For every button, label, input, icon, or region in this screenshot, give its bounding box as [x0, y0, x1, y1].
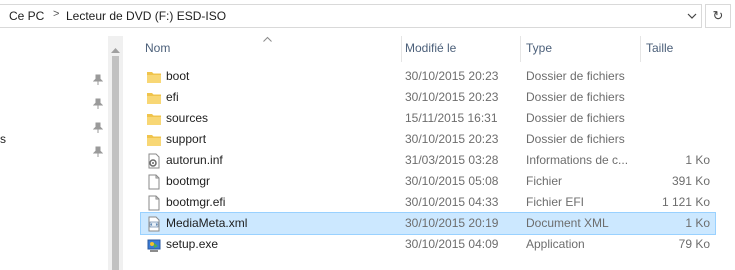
file-type: Document XML [526, 216, 609, 230]
file-size: 1 Ko [685, 153, 710, 167]
file-modified: 31/03/2015 03:28 [405, 153, 499, 167]
file-size: 79 Ko [678, 237, 710, 251]
file-type: Application [526, 237, 585, 251]
pin-icon[interactable] [92, 98, 104, 110]
column-header-name[interactable]: Nom [141, 36, 401, 62]
folder-icon [146, 90, 162, 106]
pin-icon[interactable] [92, 74, 104, 86]
file-modified: 30/10/2015 05:08 [405, 174, 499, 188]
file-name: MediaMeta.xml [166, 216, 248, 230]
file-modified: 30/10/2015 04:09 [405, 237, 499, 251]
scrollbar-thumb[interactable] [112, 56, 119, 270]
file-type: Dossier de fichiers [526, 132, 625, 146]
file-type: Fichier EFI [526, 195, 585, 209]
file-size: 391 Ko [671, 174, 710, 188]
file-row[interactable]: boot 30/10/2015 20:23 Dossier de fichier… [141, 66, 715, 87]
file-name: setup.exe [166, 237, 219, 251]
file-row[interactable]: setup.exe 30/10/2015 04:09 Application 7… [141, 234, 715, 255]
file-row[interactable]: bootmgr 30/10/2015 05:08 Fichier 391 Ko [141, 171, 715, 192]
file-type: Fichier [526, 174, 563, 188]
folder-icon [146, 132, 162, 148]
file-name: autorun.inf [166, 153, 223, 167]
file-name: support [166, 132, 207, 146]
file-size: 1 Ko [685, 216, 710, 230]
settings-file-icon [146, 153, 162, 169]
navigation-pane[interactable]: s [0, 36, 107, 270]
refresh-button[interactable]: ↻ [705, 4, 731, 28]
pin-icon[interactable] [92, 146, 104, 158]
file-type: Dossier de fichiers [526, 90, 625, 104]
breadcrumb-separator-icon[interactable]: > [53, 8, 59, 20]
setup-app-icon [146, 237, 162, 253]
file-modified: 15/11/2015 16:31 [405, 111, 498, 125]
file-modified: 30/10/2015 20:23 [405, 90, 499, 104]
file-name: boot [166, 69, 190, 83]
xml-file-icon [146, 216, 162, 232]
file-type: Dossier de fichiers [526, 69, 625, 83]
address-bar[interactable]: Ce PC > Lecteur de DVD (F:) ESD-ISO [0, 4, 702, 28]
folder-icon [146, 111, 162, 127]
file-icon [146, 195, 162, 211]
breadcrumb-this-pc[interactable]: Ce PC [9, 9, 44, 23]
file-type: Dossier de fichiers [526, 111, 625, 125]
file-modified: 30/10/2015 04:33 [405, 195, 499, 209]
column-header-size-label: Taille [646, 41, 674, 55]
refresh-icon: ↻ [712, 8, 724, 23]
file-modified: 30/10/2015 20:23 [405, 132, 499, 146]
file-name: bootmgr [166, 174, 211, 188]
file-modified: 30/10/2015 20:23 [405, 69, 499, 83]
address-history-dropdown-icon[interactable] [687, 10, 697, 24]
column-header-modified-label: Modifié le [405, 41, 457, 55]
column-header-name-label: Nom [145, 41, 171, 55]
file-type: Informations de c... [526, 153, 629, 167]
column-header-modified[interactable]: Modifié le [402, 36, 520, 62]
column-header-type[interactable]: Type [521, 36, 639, 62]
file-row[interactable]: sources 15/11/2015 16:31 Dossier de fich… [141, 108, 715, 129]
column-header-type-label: Type [526, 41, 553, 55]
file-name: efi [166, 90, 179, 104]
file-row[interactable]: autorun.inf 31/03/2015 03:28 Information… [141, 150, 715, 171]
folder-icon [146, 69, 162, 85]
scroll-up-icon[interactable] [111, 42, 120, 56]
file-icon [146, 174, 162, 190]
file-name: bootmgr.efi [166, 195, 226, 209]
column-header-size[interactable]: Taille [641, 36, 716, 62]
file-size: 1 121 Ko [661, 195, 710, 209]
navigation-scrollbar[interactable] [108, 36, 123, 270]
nav-item-label[interactable]: s [0, 132, 6, 146]
file-modified: 30/10/2015 20:19 [405, 216, 499, 230]
breadcrumb-dvd-drive[interactable]: Lecteur de DVD (F:) ESD-ISO [66, 9, 226, 23]
file-name: sources [166, 111, 209, 125]
file-row[interactable]: efi 30/10/2015 20:23 Dossier de fichiers [141, 87, 715, 108]
file-row-selected[interactable]: MediaMeta.xml 30/10/2015 20:19 Document … [140, 212, 716, 235]
file-row[interactable]: bootmgr.efi 30/10/2015 04:33 Fichier EFI… [141, 192, 715, 213]
file-row[interactable]: support 30/10/2015 20:23 Dossier de fich… [141, 129, 715, 150]
pin-icon[interactable] [92, 122, 104, 134]
